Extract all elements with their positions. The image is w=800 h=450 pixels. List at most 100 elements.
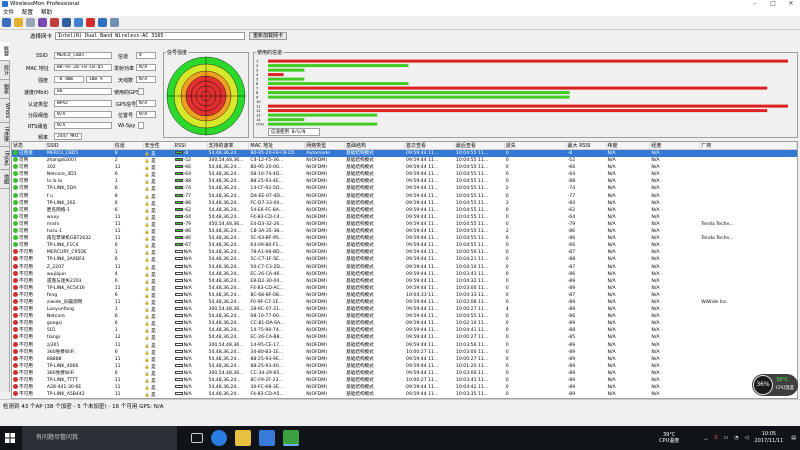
column-header[interactable]: 最大 RSSI — [567, 142, 607, 149]
table-row[interactable]: 不可用 Z_2207 11 🔒 是 N/A 54,48,36,24... 50-C7-C3-… — [12, 263, 797, 271]
table-row[interactable]: 不可用 gongsi 6 🔒 是 N/A 54,48,36,24... CC-81-DA-6… — [12, 320, 797, 327]
export-icon[interactable] — [62, 18, 71, 27]
store-icon[interactable] — [259, 430, 275, 446]
table-row[interactable]: 可用 302 11 🔒 是 -66 54,48,36,24... B0-95-20-00..… — [12, 164, 797, 171]
clock-date[interactable]: 2017/11/11 — [754, 438, 783, 445]
table-row[interactable]: 不可用 TP-LINK_TTTT 11 🔒 是 N/A 54,48,36,24... 8C-… — [12, 377, 797, 384]
menu-file[interactable]: 文件 — [3, 8, 14, 16]
menu-config[interactable]: 配置 — [22, 8, 33, 16]
sogou-ime-icon[interactable]: S — [714, 435, 717, 441]
tray-up-arrow-icon[interactable]: ︿ — [703, 435, 708, 442]
search-box[interactable]: 有问题尽管问我 — [22, 426, 177, 450]
table-row[interactable]: 不可用 360免费WiFi 6 🔒 是 N/A 54,48,36,24... 34-80-B… — [12, 348, 797, 356]
start-button[interactable] — [0, 426, 20, 450]
wirelessmon-taskbar-icon[interactable] — [283, 430, 299, 446]
table-row[interactable]: 可用 haru-1 11 🔒 是 -86 54,48,36,24... C8-3A-35-3… — [12, 228, 797, 235]
gps-used-checkbox[interactable] — [138, 88, 144, 95]
column-header[interactable]: 信道 — [114, 142, 144, 149]
disable-icon[interactable] — [86, 18, 95, 27]
volume-icon[interactable]: ◁ — [745, 435, 749, 441]
table-row[interactable]: 不可用 tiangi 12 🔒 是 N/A 54,48,36,24... EC-26-CA-… — [12, 334, 797, 341]
edge-icon[interactable] — [211, 430, 227, 446]
adapter-select[interactable]: Intel(R) Dual Band Wireless-AC 3165 — [55, 32, 246, 40]
column-header[interactable]: 厂商 — [700, 142, 797, 149]
table-row[interactable]: 可用 la la la 1 🔒 是 -88 54,48,36,24... 88-25-93-… — [12, 178, 797, 185]
table-row[interactable]: 不可用 ziwide_乐蹦测网 11 🔒 是 N/A 54,48,36,24... F0-9… — [12, 298, 797, 306]
table-row[interactable]: 可用 wuxy 11 🔒 是 -64 54,48,36,24... F4-83-CD-C4.… — [12, 213, 797, 221]
table-cell: -52 — [567, 158, 576, 164]
tab-ip-info[interactable]: IP信息 — [0, 147, 10, 171]
table-row[interactable]: 不可用 MERCURY_C95DE 1 🔒 是 N/A 54,48,36,24... 78-… — [12, 249, 797, 256]
table-row[interactable]: 不可用 zj301 11 🔒 是 N/A 300,54,48,36... 14-95-CE-… — [12, 341, 797, 349]
table-cell: N/A — [651, 392, 660, 398]
table-cell: 基础结构模式 — [346, 299, 374, 305]
table-row[interactable]: 可用 TP-LINK_202 6 🔒 是 -86 54,48,36,24... FC-D7-… — [12, 199, 797, 207]
clock-time[interactable]: 10:05 — [754, 431, 783, 438]
table-row[interactable]: 不可用 501 1 🔒 是 N/A 54,48,36,24... 14-75-90-74..… — [12, 327, 797, 334]
channel-mode-select[interactable]: 信道使用 B/G/N — [268, 128, 320, 136]
wispy-checkbox[interactable] — [138, 122, 144, 129]
table-row[interactable]: 可用 TP-LINK_F1C4 6 🔒 是 -67 54,48,36,24... 64-09… — [12, 242, 797, 249]
column-header[interactable]: 支持的速率 — [208, 142, 250, 149]
table-row[interactable]: 不可用 遗落与迷失2203 6 🔒 是 N/A 54,48,36,24... E8-D2-3… — [12, 277, 797, 285]
column-header[interactable]: 退失 — [505, 142, 567, 149]
rssi-bar — [174, 186, 183, 190]
table-row[interactable]: 不可用 360免费WiFi 6 🔒 是 N/A 300,54,48,36... CC-34-… — [12, 369, 797, 377]
table-row[interactable]: 不可用 TP-LINK_4066 11 🔒 是 N/A 54,48,36,24... 88-… — [12, 362, 797, 370]
minimize-button[interactable]: – — [746, 0, 764, 8]
table-row[interactable]: 不可用 A28-441-30-6E 11 🔒 是 N/A 54,48,36,24... 30… — [12, 384, 797, 391]
table-row[interactable]: 可用 f u 8 🔒 是 -77 54,48,36,24... D4-EE-07-4D...… — [12, 192, 797, 200]
save-icon[interactable] — [2, 18, 11, 27]
table-row[interactable]: 可用 Netcore_4D1 6 🔒 是 -64 54,48,36,24... 08-10-… — [12, 171, 797, 178]
column-header[interactable]: 纬度 — [607, 142, 651, 149]
column-header[interactable]: 最后查看 — [455, 142, 505, 149]
gps-icon[interactable] — [50, 18, 59, 27]
column-header[interactable]: 基础结构 — [345, 142, 406, 149]
table-row[interactable]: 不可用 feng 6 🔒 是 N/A 54,48,36,24... 8C-68-8F-08.… — [12, 291, 797, 299]
table-row[interactable]: 不可用 Netcore 6 🔒 是 N/A 54,48,36,24... 08-10-77-… — [12, 313, 797, 320]
monitor-icon[interactable] — [74, 18, 83, 27]
column-header[interactable]: RSSI — [174, 142, 208, 149]
column-header[interactable]: 网络类型 — [305, 142, 346, 149]
reload-adapter-button[interactable]: 重新加载网卡 — [249, 32, 288, 40]
column-header[interactable]: 状态 — [12, 142, 46, 149]
tab-summary[interactable]: 概要 — [0, 42, 10, 61]
table-row[interactable]: 不可用 TP-LINK_AC5416 11 🔒 是 N/A 54,48,36,24... F… — [12, 284, 797, 292]
tab-whois[interactable]: Whois — [0, 99, 10, 124]
notification-icon[interactable]: ▤ — [791, 435, 796, 441]
tab-graph[interactable]: 图表 — [0, 80, 10, 99]
tab-stats[interactable]: 统计 — [0, 61, 10, 80]
table-row[interactable]: 不可用 wujiajun 4 🔒 是 N/A 54,48,36,24... EC-26-CA… — [12, 270, 797, 278]
table-row[interactable]: 可用 mishi 11 🔒 是 -79 450,54,48,36... E4-D3-32-2… — [12, 220, 797, 228]
maximize-button[interactable]: □ — [764, 0, 782, 8]
table-row[interactable]: 可用 zhangdi2007 2 🔒 是 -52 300,54,48,36... C4-12… — [12, 157, 797, 164]
table-row[interactable]: 不可用 88888 11 🔒 是 N/A 54,48,36,24... 88-25-93-9… — [12, 355, 797, 363]
table-cell: N/A — [607, 349, 616, 355]
table-row[interactable]: 不可用 TP-LINK_A5B442 11 🔒 是 N/A 54,48,36,24... F… — [12, 391, 797, 398]
column-header[interactable]: 首次查看 — [405, 142, 455, 149]
file-explorer-icon[interactable] — [235, 430, 251, 446]
column-header[interactable]: SSID — [46, 142, 114, 149]
wifi-icon[interactable]: ◔ — [734, 435, 738, 441]
task-view-icon[interactable] — [191, 433, 203, 443]
tab-map[interactable]: 地图 — [0, 170, 10, 190]
log-icon[interactable] — [38, 18, 47, 27]
column-header[interactable]: MAC 地址 — [249, 142, 306, 149]
menu-help[interactable]: 帮助 — [41, 8, 52, 16]
table-row[interactable]: 可用 匿名网络-1 6 🔒 是 -62 54,48,36,24... 54-E6-FC-8A… — [12, 206, 797, 214]
close-button[interactable]: ✕ — [782, 0, 800, 8]
info-icon[interactable] — [110, 18, 119, 27]
help-icon[interactable] — [98, 18, 107, 27]
battery-icon[interactable]: ▭ — [723, 435, 728, 441]
table-row[interactable]: 不可用 Luoyunfang 1 🔒 是 N/A 300,54,48,36... 28-6C… — [12, 306, 797, 313]
column-header[interactable]: 安全性 — [144, 142, 174, 149]
column-header[interactable]: 经度 — [650, 142, 701, 149]
txpower-value: N/A — [136, 64, 156, 71]
open-folder-icon[interactable] — [14, 18, 23, 27]
table-row[interactable]: 不可用 TP-LINK_3A9DF4 6 🔒 是 N/A 54,48,36,24... 5C… — [12, 256, 797, 263]
table-row[interactable]: 可用 再见苹果机GBT2032 11 🔒 是 -86 54,48,36,24... 5C-6… — [12, 235, 797, 242]
tab-ip-connections[interactable]: IP连接 — [0, 123, 10, 147]
table-row[interactable]: 已连接 MERCU_C8D5 8 🔒 是 -8 54,48,36,24... B0-95-2… — [12, 150, 797, 158]
copy-icon[interactable] — [26, 18, 35, 27]
table-row[interactable]: 可用 TP-LINK_5DA 6 🔒 是 -74 54,48,36,24... 14-CF-… — [12, 185, 797, 192]
